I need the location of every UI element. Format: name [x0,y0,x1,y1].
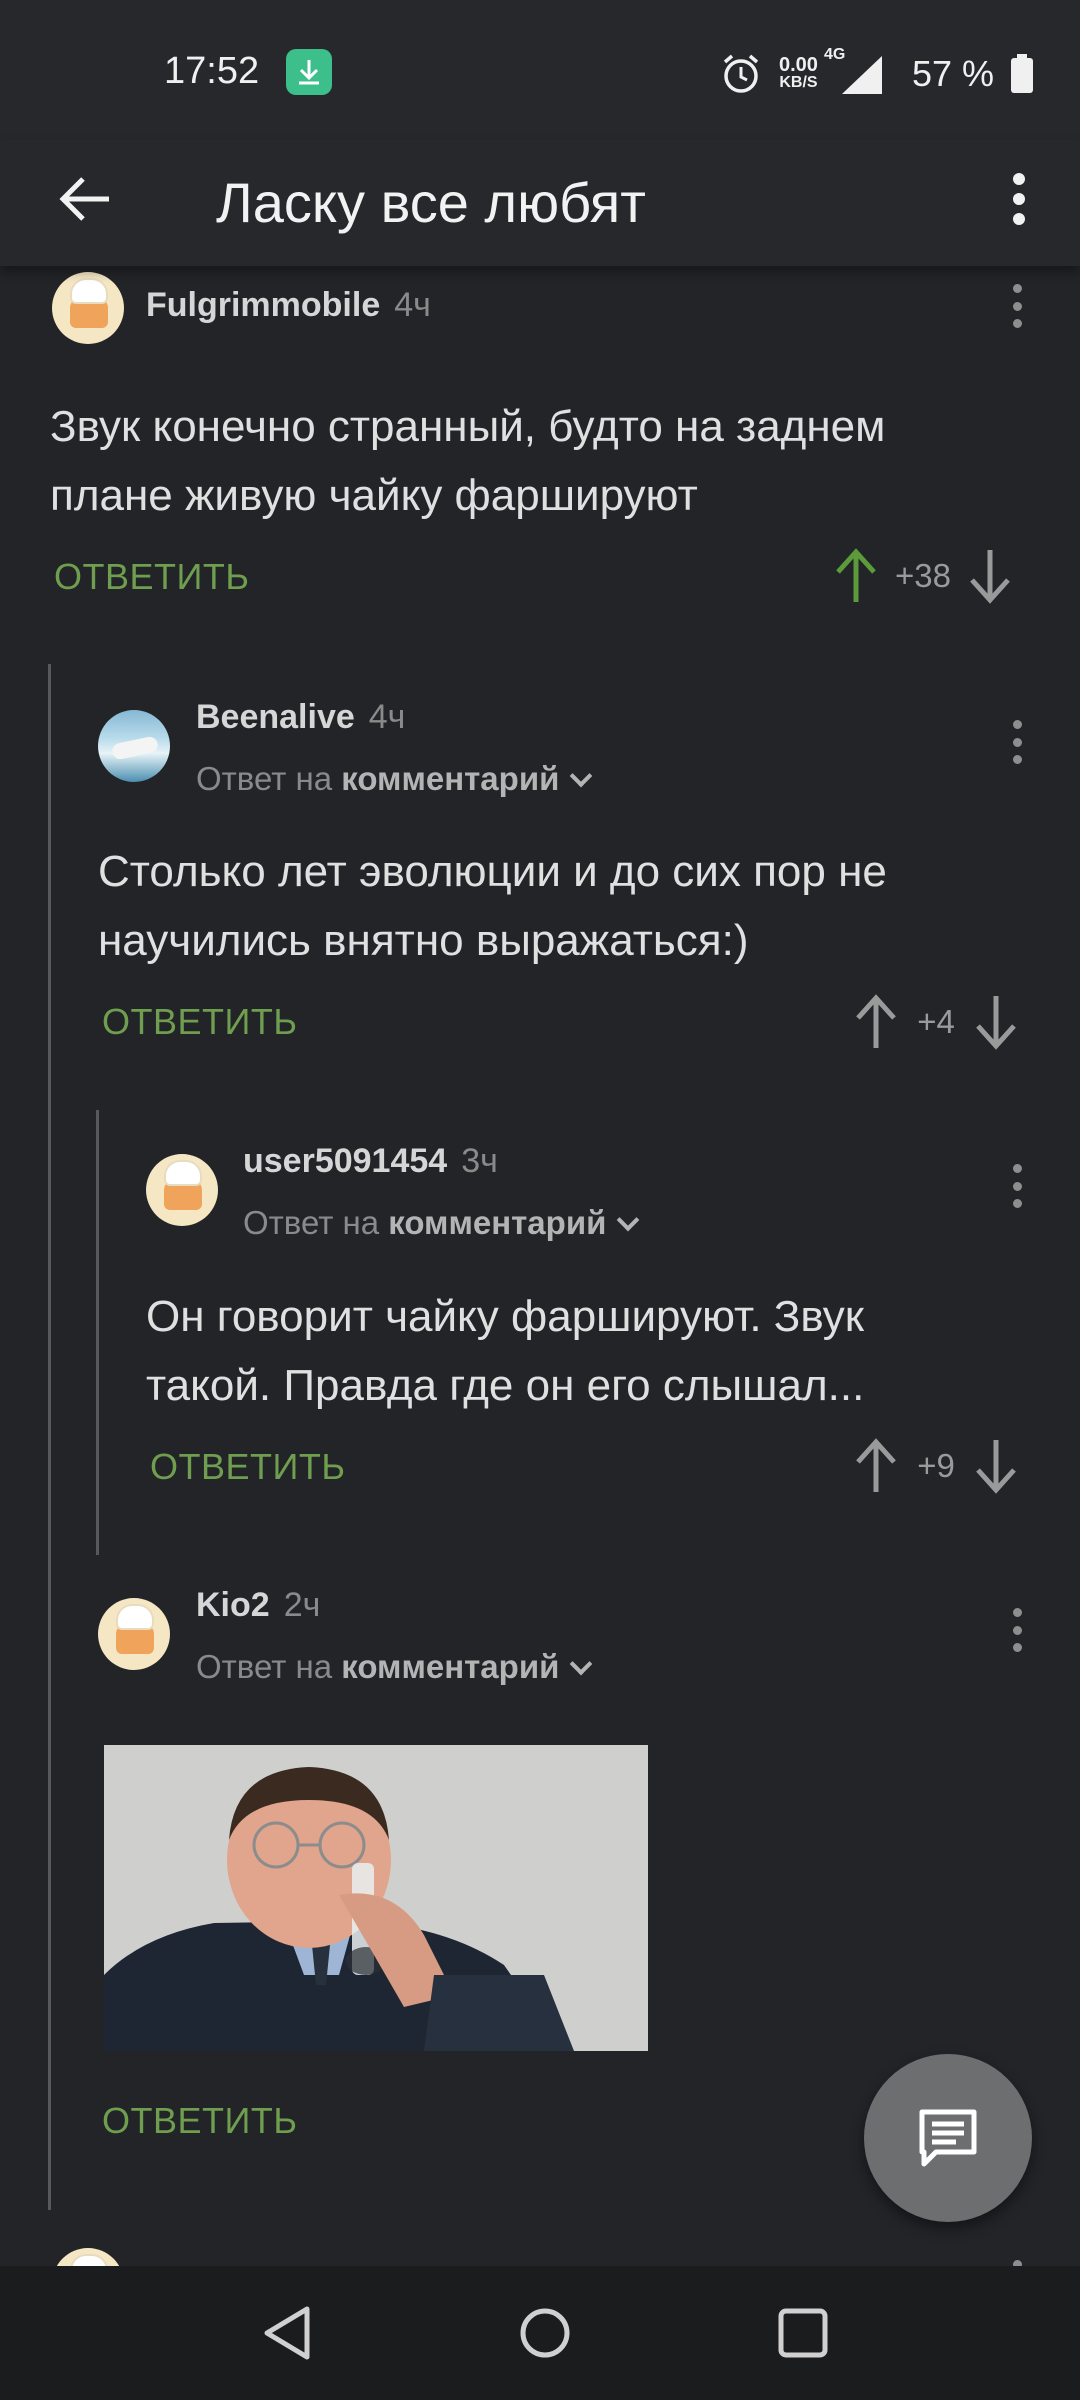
vote-controls: +38 [834,548,1012,604]
nav-recents-icon [778,2308,828,2358]
nav-back-icon [264,2306,310,2360]
vote-controls: +9 [854,1438,1018,1494]
comment-text: Столько лет эволюции и до сих пор не нау… [98,847,887,965]
reply-button[interactable]: ОТВЕТИТЬ [54,556,250,598]
downvote-icon[interactable] [974,994,1018,1050]
comment-more-button[interactable] [1002,276,1032,336]
upvote-icon[interactable] [854,994,898,1050]
status-time: 17:52 [164,50,260,92]
vote-score: +4 [917,1003,955,1040]
avatar[interactable] [98,710,170,782]
comment-time: 2ч [283,1586,321,1624]
avatar[interactable] [98,1598,170,1670]
downvote-icon[interactable] [968,548,1012,604]
nav-home-button[interactable] [508,2296,582,2370]
comment-time: 3ч [461,1142,498,1180]
comment-more-button[interactable] [1002,1600,1032,1660]
comment-username[interactable]: user5091454 3ч [243,1142,498,1181]
reply-button[interactable]: ОТВЕТИТЬ [102,2100,298,2142]
more-options-button[interactable] [994,164,1044,234]
status-bar: 17:52 0.00 KB/S 4G 57 % [0,0,1080,140]
comment-image[interactable] [104,1745,648,2051]
battery-percent: 57 % [911,53,994,94]
comment-more-button[interactable] [1002,1156,1032,1216]
vote-score: +9 [917,1447,955,1484]
person-drinking-photo [104,1745,648,2051]
network-rate: 0.00 KB/S [779,54,818,91]
signal-icon: 4G [824,46,888,96]
system-nav-bar [0,2266,1080,2400]
reply-to-link[interactable]: Ответ на комментарий [196,760,593,798]
nav-recents-button[interactable] [766,2296,840,2370]
comment-username[interactable]: Kio2 2ч [196,1586,320,1625]
comment-username[interactable]: Fulgrimmobile 4ч [146,286,431,325]
page-title: Ласку все любят [216,171,646,234]
alarm-icon [723,54,759,93]
chevron-down-icon [617,1208,640,1232]
reply-button[interactable]: ОТВЕТИТЬ [150,1446,346,1488]
reply-to-link[interactable]: Ответ на комментарий [196,1648,593,1686]
app-bar: Ласку все любят [0,140,1080,266]
chevron-down-icon [570,764,593,788]
comment-text: Звук конечно странный, будто на заднем п… [50,402,886,520]
vote-score: +38 [895,557,951,594]
download-notification-icon [286,49,332,95]
comment-more-button[interactable] [1002,712,1032,772]
comment-username[interactable]: Beenalive 4ч [196,698,405,737]
comment-text: Он говорит чайку фаршируют. Звук такой. … [146,1292,865,1410]
nav-back-button[interactable] [250,2296,324,2370]
battery-icon [1011,54,1033,93]
write-comment-button[interactable] [864,2054,1032,2222]
reply-button[interactable]: ОТВЕТИТЬ [102,1001,298,1043]
upvote-icon[interactable] [834,548,878,604]
avatar[interactable] [146,1154,218,1226]
comment-time: 4ч [368,698,406,736]
downvote-icon[interactable] [974,1438,1018,1494]
avatar[interactable] [52,272,124,344]
reply-to-link[interactable]: Ответ на комментарий [243,1204,640,1242]
back-button[interactable] [50,164,120,234]
back-arrow-icon [59,177,109,221]
nav-home-icon [520,2308,570,2358]
upvote-icon[interactable] [854,1438,898,1494]
comment-icon [919,2109,977,2167]
comment-time: 4ч [394,286,431,324]
vote-controls: +4 [854,994,1018,1050]
chevron-down-icon [570,1652,593,1676]
thread-line [96,1110,99,1555]
thread-line [48,664,51,2210]
more-vert-icon [1013,173,1025,225]
